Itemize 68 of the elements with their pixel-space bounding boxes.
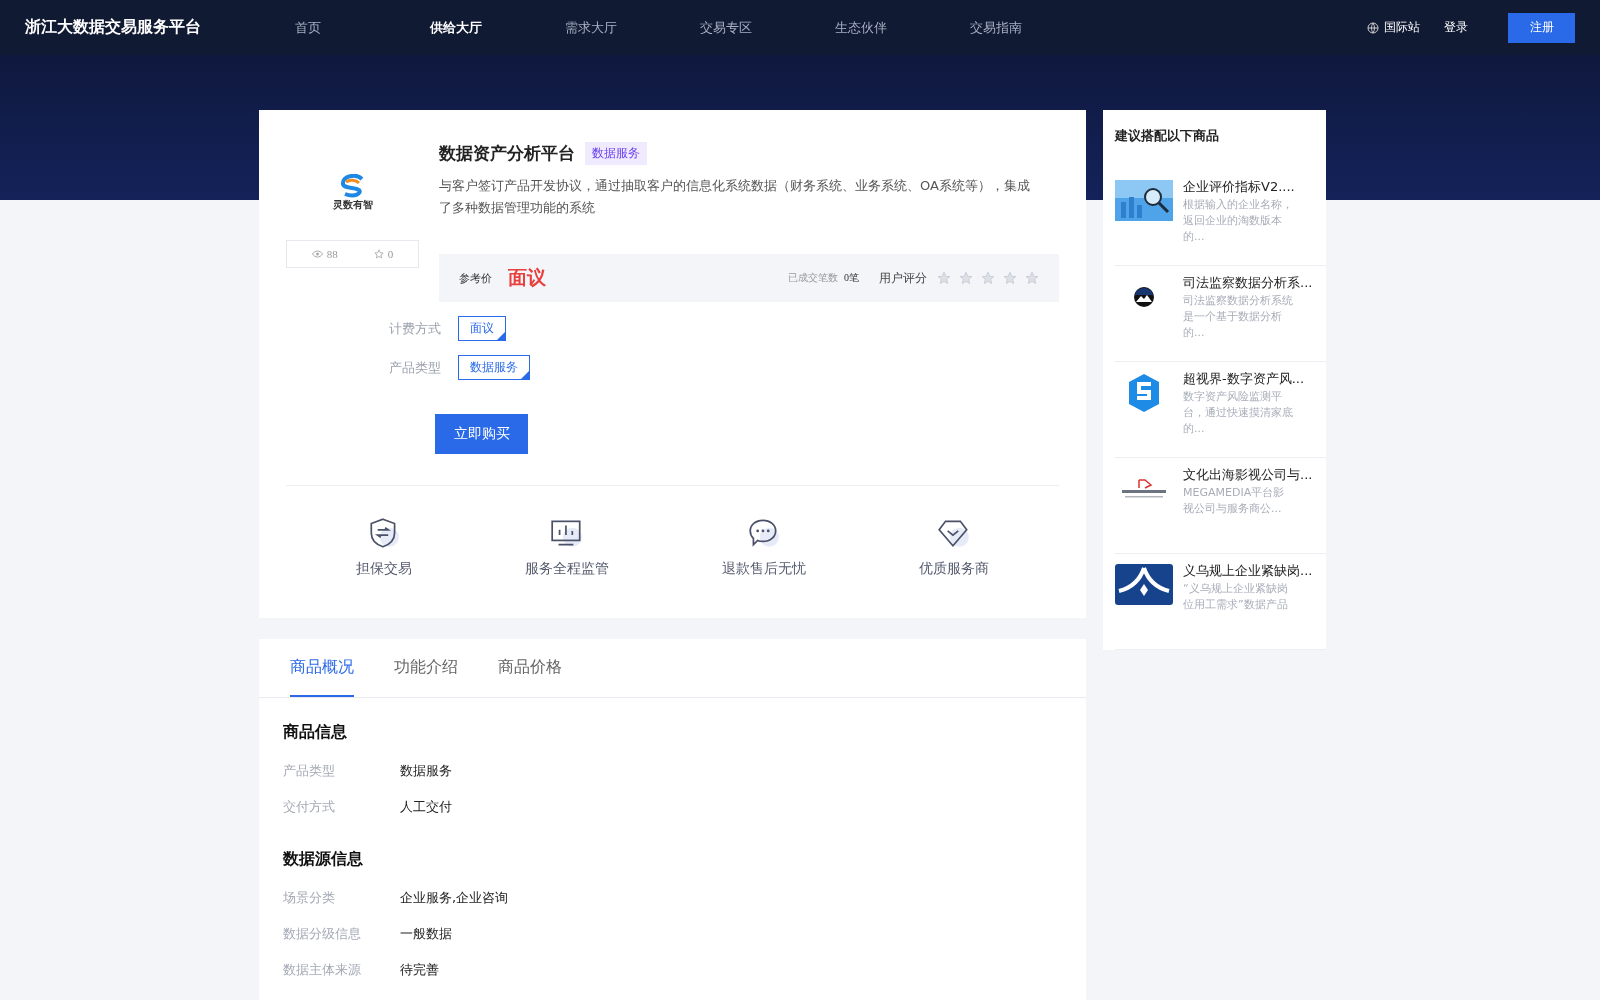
nav-link[interactable]: 需求大厅: [565, 18, 700, 37]
favorite-count: 0: [373, 248, 394, 260]
login-link[interactable]: 登录: [1444, 19, 1468, 36]
logo-text: 灵数有智: [332, 198, 373, 212]
recommend-name[interactable]: 司法监察数据分析系...: [1183, 274, 1313, 291]
tab[interactable]: 商品价格: [498, 639, 562, 697]
recommend-name[interactable]: 超视界-数字资产风...: [1183, 370, 1313, 387]
globe-icon: [1367, 21, 1379, 34]
recommend-description: 司法监察数据分析系统是一个基于数据分析的...: [1183, 293, 1294, 341]
nav-link[interactable]: 供给大厅: [430, 18, 565, 37]
nav-link[interactable]: 首页: [295, 18, 430, 37]
section-title: 商品信息: [283, 722, 348, 743]
info-value: 数据服务: [400, 762, 452, 780]
tab[interactable]: 功能介绍: [394, 639, 458, 697]
option-chip[interactable]: 面议: [458, 316, 506, 341]
price-value: 面议: [508, 265, 546, 290]
recommend-title: 建议搭配以下商品: [1115, 127, 1220, 145]
product-title: 数据资产分析平台: [439, 142, 575, 165]
info-label: 交付方式: [283, 798, 336, 816]
feature-label: 退款售后无忧: [722, 560, 807, 578]
view-count: 88: [311, 248, 338, 260]
star-icon: [1003, 271, 1017, 285]
info-value: 人工交付: [400, 798, 452, 816]
nav-link[interactable]: 交易专区: [700, 18, 835, 37]
star-icon: [959, 271, 973, 285]
eye-icon: [311, 250, 323, 258]
info-label: 场景分类: [283, 889, 336, 907]
recommend-name[interactable]: 文化出海影视公司与...: [1183, 466, 1313, 483]
option-chip[interactable]: 数据服务: [458, 355, 530, 380]
recommend-description: 数字资产风险监测平台，通过快速摸清家底的...: [1183, 389, 1294, 437]
info-label: 数据主体来源: [283, 961, 362, 979]
site-title[interactable]: 浙江大数据交易服务平台: [25, 17, 295, 38]
recommend-name[interactable]: 义乌规上企业紧缺岗...: [1183, 562, 1313, 579]
rating-label: 用户评分: [879, 269, 927, 287]
deals-count: 0笔: [844, 271, 859, 285]
field-label: 计费方式: [389, 319, 442, 338]
feature-label: 服务全程监管: [524, 560, 609, 578]
recommend-description: 根据输入的企业名称，返回企业的淘数版本的...: [1183, 197, 1294, 245]
price-label: 参考价: [459, 270, 492, 286]
recommend-description: “义乌规上企业紧缺岗位用工需求”数据产品: [1183, 581, 1289, 613]
deals-label: 已成交笔数: [788, 271, 838, 285]
recommend-name[interactable]: 企业评价指标V2....: [1183, 178, 1313, 195]
international-link[interactable]: 国际站: [1367, 19, 1420, 36]
category-tag: 数据服务: [585, 142, 647, 165]
info-value: 一般数据: [400, 925, 452, 943]
star-icon: [1025, 271, 1039, 285]
emblem-logo-icon: [1115, 564, 1173, 605]
info-label: 产品类型: [283, 762, 336, 780]
tab[interactable]: 商品概况: [290, 639, 354, 697]
media-logo-icon: [1119, 477, 1169, 500]
mountain-logo-icon: [1133, 285, 1155, 308]
shield-logo-icon: [1127, 372, 1161, 413]
recommend-description: MEGAMEDIA平台影视公司与服务商公...: [1183, 485, 1286, 517]
feature-label: 担保交易: [355, 560, 412, 578]
info-value: 企业服务,企业咨询: [400, 889, 509, 907]
nav-link[interactable]: 交易指南: [970, 18, 1105, 37]
section-title: 数据源信息: [283, 849, 364, 870]
star-icon: [937, 271, 951, 285]
feature-label: 优质服务商: [919, 560, 990, 578]
nav-link[interactable]: 生态伙伴: [835, 18, 970, 37]
info-value: 待完善: [400, 961, 439, 979]
star-icon: [981, 271, 995, 285]
product-description: 与客户签订产品开发协议，通过抽取客户的信息化系统数据（财务系统、业务系统、OA系统等），集成了多种数据管理功能的系统: [439, 177, 1031, 217]
star-outline-icon: [373, 249, 384, 259]
buy-button[interactable]: 立即购买: [435, 414, 528, 454]
register-button[interactable]: 注册: [1508, 12, 1575, 43]
info-label: 数据分级信息: [283, 925, 362, 943]
field-label: 产品类型: [389, 358, 442, 377]
